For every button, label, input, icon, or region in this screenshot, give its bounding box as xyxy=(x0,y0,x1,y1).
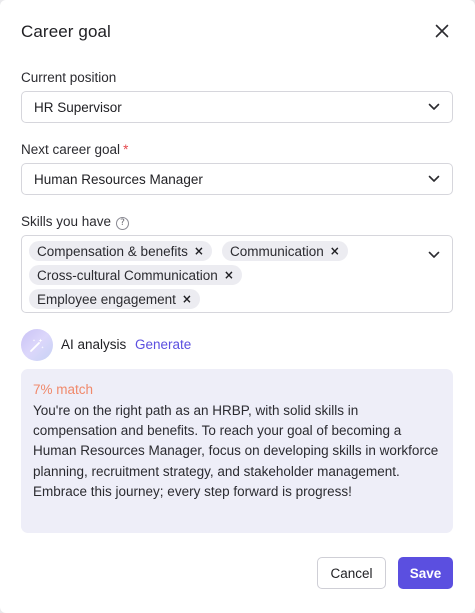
ai-analysis-row: AI analysis Generate xyxy=(21,329,321,361)
career-goal-dialog: Career goal Current position HR Supervis… xyxy=(0,0,475,613)
ai-magic-wand-icon xyxy=(21,329,53,361)
skills-label: Skills you have? xyxy=(21,214,130,230)
skill-chip: Cross-cultural Communication × xyxy=(29,265,242,285)
ai-analysis-panel: 7% match You're on the right path as an … xyxy=(21,369,453,533)
skills-multiselect[interactable]: Compensation & benefits × Communication … xyxy=(21,235,453,313)
remove-skill-icon[interactable]: × xyxy=(330,244,340,258)
dialog-title: Career goal xyxy=(21,22,111,41)
current-position-select[interactable]: HR Supervisor xyxy=(21,91,453,123)
chevron-down-icon xyxy=(428,103,440,111)
match-percentage: 7% match xyxy=(33,382,94,397)
skill-chip-label: Communication xyxy=(230,243,324,259)
cancel-button[interactable]: Cancel xyxy=(317,557,386,589)
save-button[interactable]: Save xyxy=(398,557,453,589)
close-button[interactable] xyxy=(430,22,454,44)
ai-analysis-text: You're on the right path as an HRBP, wit… xyxy=(33,403,439,499)
required-mark: * xyxy=(123,142,129,157)
close-icon xyxy=(435,24,449,43)
chevron-down-icon xyxy=(428,251,440,259)
next-career-goal-label: Next career goal * xyxy=(21,142,128,157)
skills-label-text: Skills you have xyxy=(21,214,112,229)
remove-skill-icon[interactable]: × xyxy=(224,268,234,282)
current-position-value: HR Supervisor xyxy=(34,99,122,115)
skill-chip-label: Compensation & benefits xyxy=(37,243,188,259)
next-career-goal-label-text: Next career goal xyxy=(21,142,121,157)
skill-chip-label: Cross-cultural Communication xyxy=(37,267,218,283)
ai-analysis-label: AI analysis xyxy=(61,337,127,352)
next-career-goal-value: Human Resources Manager xyxy=(34,171,203,187)
skill-chip: Compensation & benefits × xyxy=(29,241,212,261)
skill-chip: Employee engagement × xyxy=(29,289,200,309)
remove-skill-icon[interactable]: × xyxy=(182,292,192,306)
skill-chip-label: Employee engagement xyxy=(37,291,176,307)
chevron-down-icon xyxy=(428,175,440,183)
next-career-goal-select[interactable]: Human Resources Manager xyxy=(21,163,453,195)
current-position-label: Current position xyxy=(21,70,117,85)
remove-skill-icon[interactable]: × xyxy=(194,244,204,258)
skill-chip: Communication × xyxy=(222,241,348,261)
generate-link[interactable]: Generate xyxy=(135,337,191,352)
help-icon[interactable]: ? xyxy=(116,216,130,230)
